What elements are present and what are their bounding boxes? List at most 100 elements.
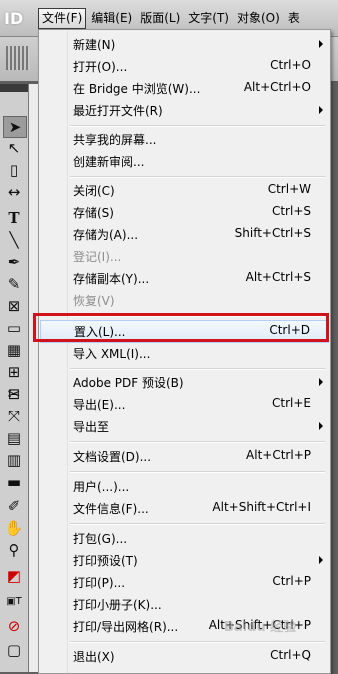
pencil-tool-icon[interactable]: ✎ <box>3 274 25 294</box>
page-tool-icon[interactable]: ▯ <box>3 160 25 180</box>
submenu-arrow-icon <box>319 556 323 564</box>
menu-separator <box>70 441 325 443</box>
menu-item-open[interactable]: 打开(O)... Ctrl+O <box>39 55 330 77</box>
submenu-arrow-icon <box>319 40 323 48</box>
file-menu-dropdown: 新建(N) 打开(O)... Ctrl+O 在 Bridge 中浏览(W)... A… <box>38 29 331 674</box>
apply-none-icon[interactable]: ⊘ <box>3 616 25 636</box>
menu-item-save-copy[interactable]: 存储副本(Y)... Alt+Ctrl+S <box>39 267 330 289</box>
menu-item-label: 最近打开文件(R) <box>73 104 163 118</box>
gradient-tool-icon[interactable]: ▤ <box>3 428 25 448</box>
menu-item-share-screen[interactable]: 共享我的屏幕... <box>39 128 330 150</box>
menu-item-label: 打印(P)... <box>73 576 126 590</box>
type-tool-icon[interactable]: T <box>3 208 25 228</box>
gap-tool-icon[interactable]: ↔ <box>3 182 25 202</box>
menu-item-close[interactable]: 关闭(C) Ctrl+W <box>39 179 330 201</box>
menu-item-document-setup[interactable]: 文档设置(D)... Alt+Ctrl+P <box>39 445 330 467</box>
rectangle-frame-tool-icon[interactable]: ⊠ <box>3 296 25 316</box>
table-tool-icon[interactable]: ▦ <box>3 340 25 360</box>
app-logo: ID <box>4 9 24 28</box>
menu-type[interactable]: 文字(T) <box>185 8 232 28</box>
menu-item-label: 文档设置(D)... <box>73 450 152 464</box>
formatting-affects-container-icon[interactable]: ▣T <box>3 592 25 612</box>
menu-object[interactable]: 对象(O) <box>234 8 283 28</box>
menu-item-exit[interactable]: 退出(X) Ctrl+Q <box>39 645 330 667</box>
menu-item-label: 存储(S) <box>73 206 114 220</box>
direct-selection-tool-icon[interactable]: ↖ <box>3 138 25 158</box>
menu-table[interactable]: 表 <box>285 8 303 28</box>
menu-item-label: 登记(I)... <box>73 250 122 264</box>
menu-item-label: 导出(E)... <box>73 398 126 412</box>
menu-item-label: 在 Bridge 中浏览(W)... <box>73 82 201 96</box>
menu-item-user[interactable]: 用户(...)... <box>39 475 330 497</box>
menu-item-shortcut: Ctrl+S <box>271 204 311 218</box>
rectangle-tool-icon[interactable]: ▭ <box>3 318 25 338</box>
menu-edit[interactable]: 编辑(E) <box>88 8 135 28</box>
menu-item-file-info[interactable]: 文件信息(F)... Alt+Shift+Ctrl+I <box>39 497 330 519</box>
menu-bar: 文件(F) 编辑(E) 版面(L) 文字(T) 对象(O) 表 <box>38 8 305 30</box>
menu-item-label: 共享我的屏幕... <box>73 133 157 147</box>
menu-item-label: 打开(O)... <box>73 60 128 74</box>
menu-separator <box>70 523 325 525</box>
submenu-arrow-icon <box>319 106 323 114</box>
line-tool-icon[interactable]: ╲ <box>3 230 25 250</box>
menu-item-print[interactable]: 打印(P)... Ctrl+P <box>39 571 330 593</box>
menu-item-save[interactable]: 存储(S) Ctrl+S <box>39 201 330 223</box>
menu-item-shortcut: Alt+Ctrl+P <box>246 448 311 462</box>
menu-item-import-xml[interactable]: 导入 XML(I)... <box>39 342 330 364</box>
menu-separator <box>70 125 325 127</box>
menu-item-label: 导出至 <box>73 420 110 434</box>
menu-item-label: 新建(N) <box>73 38 116 52</box>
menu-item-recent-files[interactable]: 最近打开文件(R) <box>39 99 330 121</box>
menu-item-shortcut: Shift+Ctrl+S <box>234 226 311 240</box>
grid-tool-icon[interactable]: ⊞ <box>3 362 25 382</box>
menu-item-new[interactable]: 新建(N) <box>39 33 330 55</box>
menu-separator <box>70 176 325 178</box>
menu-item-save-as[interactable]: 存储为(A)... Shift+Ctrl+S <box>39 223 330 245</box>
menu-item-shortcut: Ctrl+Q <box>270 648 311 662</box>
menu-item-shortcut: Ctrl+E <box>272 396 311 410</box>
menu-separator <box>70 471 325 473</box>
menu-item-label: 创建新审阅... <box>73 155 145 169</box>
menu-item-shortcut: Alt+Ctrl+O <box>243 80 311 94</box>
watermark: Baidu 经验 <box>224 620 297 635</box>
menu-item-export[interactable]: 导出(E)... Ctrl+E <box>39 393 330 415</box>
fill-stroke-icon[interactable]: ◩ <box>3 566 25 586</box>
menu-item-browse-bridge[interactable]: 在 Bridge 中浏览(W)... Alt+Ctrl+O <box>39 77 330 99</box>
menu-item-shortcut: Alt+Shift+Ctrl+I <box>212 500 311 514</box>
menu-item-label: 文件信息(F)... <box>73 502 149 516</box>
menu-separator <box>70 368 325 370</box>
gradient-feather-tool-icon[interactable]: ▥ <box>3 450 25 470</box>
zoom-tool-icon[interactable]: ⚲ <box>3 540 25 560</box>
menu-item-label: 打印预设(T) <box>73 554 138 568</box>
tools-panel-header[interactable] <box>0 84 28 92</box>
menu-item-label: 关闭(C) <box>73 184 115 198</box>
scissors-tool-icon[interactable]: ✂ <box>3 384 25 404</box>
reference-point-icon[interactable] <box>6 46 30 70</box>
screen-mode-icon[interactable]: ▢ <box>3 640 25 660</box>
menu-item-label: 打印/导出网格(R)... <box>73 620 179 634</box>
menu-item-label: 退出(X) <box>73 650 115 664</box>
free-transform-tool-icon[interactable]: ⤧ <box>3 406 25 426</box>
menu-item-shortcut: Alt+Ctrl+S <box>245 270 311 284</box>
menu-item-label: 打印小册子(K)... <box>73 598 162 612</box>
pen-tool-icon[interactable]: ✒ <box>3 252 25 272</box>
menu-file[interactable]: 文件(F) <box>38 8 87 29</box>
menu-item-shortcut: Ctrl+O <box>270 58 311 72</box>
menu-item-label: Adobe PDF 预设(B) <box>73 376 184 390</box>
eyedropper-tool-icon[interactable]: ✐ <box>3 496 25 516</box>
menu-item-label: 恢复(V) <box>73 294 115 308</box>
menu-item-package[interactable]: 打包(G)... <box>39 527 330 549</box>
selection-tool-icon[interactable]: ➤ <box>3 116 27 138</box>
menu-item-shortcut: Ctrl+W <box>267 182 311 196</box>
menu-item-label: 用户(...)... <box>73 480 130 494</box>
menu-item-revert: 恢复(V) <box>39 289 330 311</box>
hand-tool-icon[interactable]: ✋ <box>3 518 25 538</box>
menu-item-create-review[interactable]: 创建新审阅... <box>39 150 330 172</box>
menu-layout[interactable]: 版面(L) <box>137 8 183 28</box>
menu-item-print-presets[interactable]: 打印预设(T) <box>39 549 330 571</box>
menu-item-export-to[interactable]: 导出至 <box>39 415 330 437</box>
menu-item-print-booklet[interactable]: 打印小册子(K)... <box>39 593 330 615</box>
menu-item-label: 存储副本(Y)... <box>73 272 150 286</box>
note-tool-icon[interactable]: ▬ <box>3 472 25 492</box>
menu-item-pdf-presets[interactable]: Adobe PDF 预设(B) <box>39 371 330 393</box>
